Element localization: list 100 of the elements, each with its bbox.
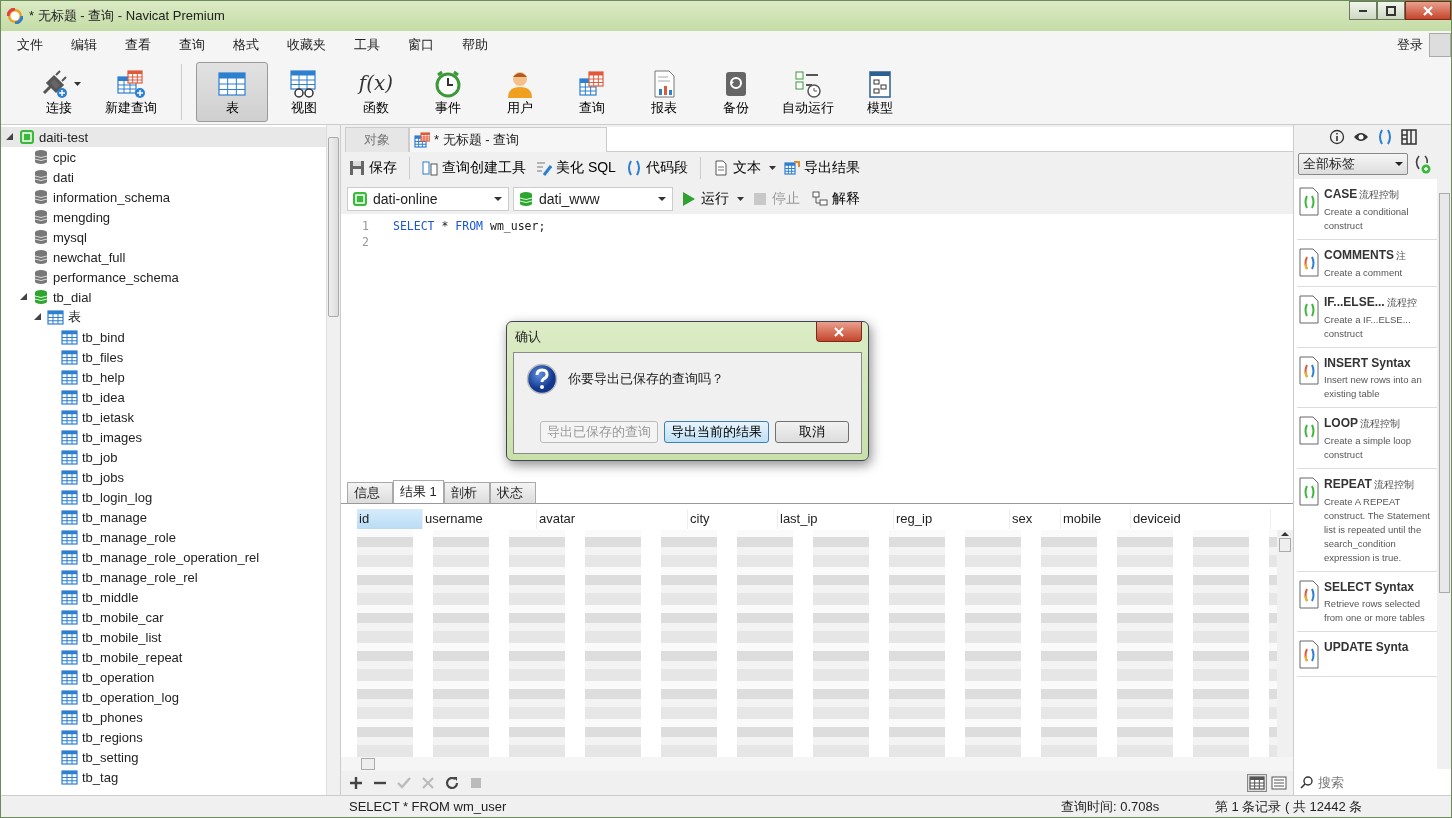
tab[interactable]: * 无标题 - 查询 — [409, 127, 607, 152]
expand-arrow-icon[interactable] — [33, 312, 43, 322]
plus-icon[interactable] — [349, 776, 363, 790]
tree-item[interactable]: tb_mobile_repeat — [1, 647, 326, 667]
column-header[interactable]: reg_ip — [894, 509, 1010, 529]
tree-item[interactable]: tb_middle — [1, 587, 326, 607]
snippet-item[interactable]: CASE 流程控制 Create a conditional construct — [1297, 179, 1437, 240]
column-header[interactable]: avatar — [537, 509, 688, 529]
tab[interactable]: 信息 — [347, 482, 393, 503]
expand-arrow-icon[interactable] — [5, 132, 15, 142]
tree-item[interactable]: tb_bind — [1, 327, 326, 347]
column-header[interactable]: last_ip — [778, 509, 894, 529]
close-button[interactable] — [816, 322, 862, 342]
tab[interactable]: 对象 — [345, 127, 409, 152]
column-header[interactable]: city — [688, 509, 778, 529]
expand-arrow-icon[interactable] — [19, 292, 29, 302]
tree-item[interactable]: performance_schema — [1, 267, 326, 287]
menu-item[interactable]: 收藏夹 — [277, 36, 336, 54]
caret-icon[interactable] — [768, 166, 776, 170]
toolbar-button[interactable]: 用户 — [484, 61, 556, 122]
snippet-item[interactable]: INSERT Syntax Insert new rows into an existing table — [1297, 348, 1437, 408]
toolbar-button[interactable]: 查询创建工具 — [420, 157, 528, 179]
toolbar-button[interactable]: 自动运行 — [772, 61, 844, 122]
snippet-item[interactable]: UPDATE Synta — [1297, 632, 1437, 677]
parentheses-icon[interactable] — [1376, 129, 1393, 145]
tab[interactable]: 剖析 — [443, 482, 490, 503]
tree-item[interactable]: tb_regions — [1, 727, 326, 747]
toolbar-button[interactable]: 连接 — [23, 61, 95, 122]
scrollbar[interactable] — [341, 757, 1293, 771]
menu-item[interactable]: 查看 — [115, 36, 161, 54]
tree-item[interactable]: daiti-test — [1, 127, 326, 147]
toolbar-button[interactable]: 表 — [196, 61, 268, 122]
toolbar-button[interactable]: 新建查询 — [95, 61, 167, 122]
tree-item[interactable]: dati — [1, 167, 326, 187]
info-icon[interactable] — [1328, 129, 1345, 145]
toolbar-button[interactable]: 报表 — [628, 61, 700, 122]
snippet-item[interactable]: SELECT Syntax Retrieve rows selected from one or more tables — [1297, 572, 1437, 632]
snippet-item[interactable]: LOOP 流程控制 Create a simple loop construct — [1297, 408, 1437, 469]
tree-item[interactable]: mengding — [1, 207, 326, 227]
toolbar-button[interactable]: f(x) 函数 — [340, 61, 412, 122]
connection-select[interactable]: dati-online — [347, 187, 509, 211]
menu-item[interactable]: 查询 — [169, 36, 215, 54]
search-field[interactable]: 搜索 — [1316, 773, 1426, 791]
minimize-button[interactable] — [1349, 1, 1377, 20]
tree-item[interactable]: tb_manage_role_operation_rel — [1, 547, 326, 567]
menu-item[interactable]: 格式 — [223, 36, 269, 54]
toolbar-button[interactable]: 保存 — [347, 157, 399, 179]
grid-view-button[interactable] — [1247, 774, 1267, 792]
tree-item[interactable]: newchat_full — [1, 247, 326, 267]
tab[interactable]: 结果 1 — [393, 480, 444, 503]
menu-item[interactable]: 帮助 — [452, 36, 498, 54]
toolbar-button[interactable]: 查询 — [556, 61, 628, 122]
tab[interactable]: 状态 — [489, 482, 536, 503]
column-header[interactable]: mobile — [1061, 509, 1131, 529]
menu-item[interactable]: 编辑 — [61, 36, 107, 54]
toolbar-button[interactable]: 备份 — [700, 61, 772, 122]
column-header[interactable]: id — [357, 509, 423, 529]
scrollbar[interactable] — [1277, 530, 1293, 757]
tree-item[interactable]: tb_ietask — [1, 407, 326, 427]
tree-item[interactable]: tb_files — [1, 347, 326, 367]
tree-item[interactable]: tb_mobile_car — [1, 607, 326, 627]
tree-item[interactable]: information_schema — [1, 187, 326, 207]
column-header[interactable]: sex — [1010, 509, 1061, 529]
scrollbar-thumb[interactable] — [361, 758, 375, 770]
tree-item[interactable]: tb_operation_log — [1, 687, 326, 707]
toolbar-button[interactable]: 模型 — [844, 61, 916, 122]
tree-item[interactable]: 表 — [1, 307, 326, 327]
tree-item[interactable]: tb_manage_role_rel — [1, 567, 326, 587]
scrollbar-thumb[interactable] — [328, 137, 339, 317]
tree-item[interactable]: tb_tag — [1, 767, 326, 787]
scroll-up-icon[interactable] — [1281, 532, 1289, 536]
maximize-button[interactable] — [1377, 1, 1405, 20]
menu-item[interactable]: 窗口 — [398, 36, 444, 54]
tree-item[interactable]: tb_images — [1, 427, 326, 447]
refresh-icon[interactable] — [445, 776, 459, 790]
dialog-button[interactable]: 导出当前的结果 — [664, 421, 769, 443]
tree-item[interactable]: mysql — [1, 227, 326, 247]
toolbar-button[interactable]: 导出结果 — [781, 157, 862, 179]
toolbar-button[interactable]: 事件 — [412, 61, 484, 122]
database-select[interactable]: dati_www — [513, 187, 673, 211]
tree-item[interactable]: tb_job — [1, 447, 326, 467]
tree-item[interactable]: tb_phones — [1, 707, 326, 727]
toolbar-button[interactable]: 解释 — [808, 190, 864, 208]
tree-item[interactable]: tb_manage — [1, 507, 326, 527]
column-header[interactable]: deviceid — [1131, 509, 1271, 529]
tree-item[interactable]: tb_help — [1, 367, 326, 387]
scrollbar[interactable] — [326, 125, 340, 795]
scrollbar-thumb[interactable] — [1438, 193, 1450, 593]
scrollbar-thumb[interactable] — [1279, 538, 1291, 552]
toolbar-button[interactable]: 美化 SQL — [534, 157, 618, 179]
snippet-item[interactable]: IF...ELSE... 流程控 Create a IF...ELSE... construct — [1297, 287, 1437, 348]
tree-item[interactable]: tb_dial — [1, 287, 326, 307]
tree-item[interactable]: tb_setting — [1, 747, 326, 767]
column-header[interactable]: username — [423, 509, 537, 529]
caret-icon[interactable] — [73, 81, 81, 86]
tree-item[interactable]: tb_mobile_list — [1, 627, 326, 647]
snippet-item[interactable]: COMMENTS 注 Create a comment — [1297, 240, 1437, 287]
menu-item[interactable]: 工具 — [344, 36, 390, 54]
columns-icon[interactable] — [1400, 129, 1417, 145]
dialog-button[interactable]: 取消 — [775, 421, 849, 443]
